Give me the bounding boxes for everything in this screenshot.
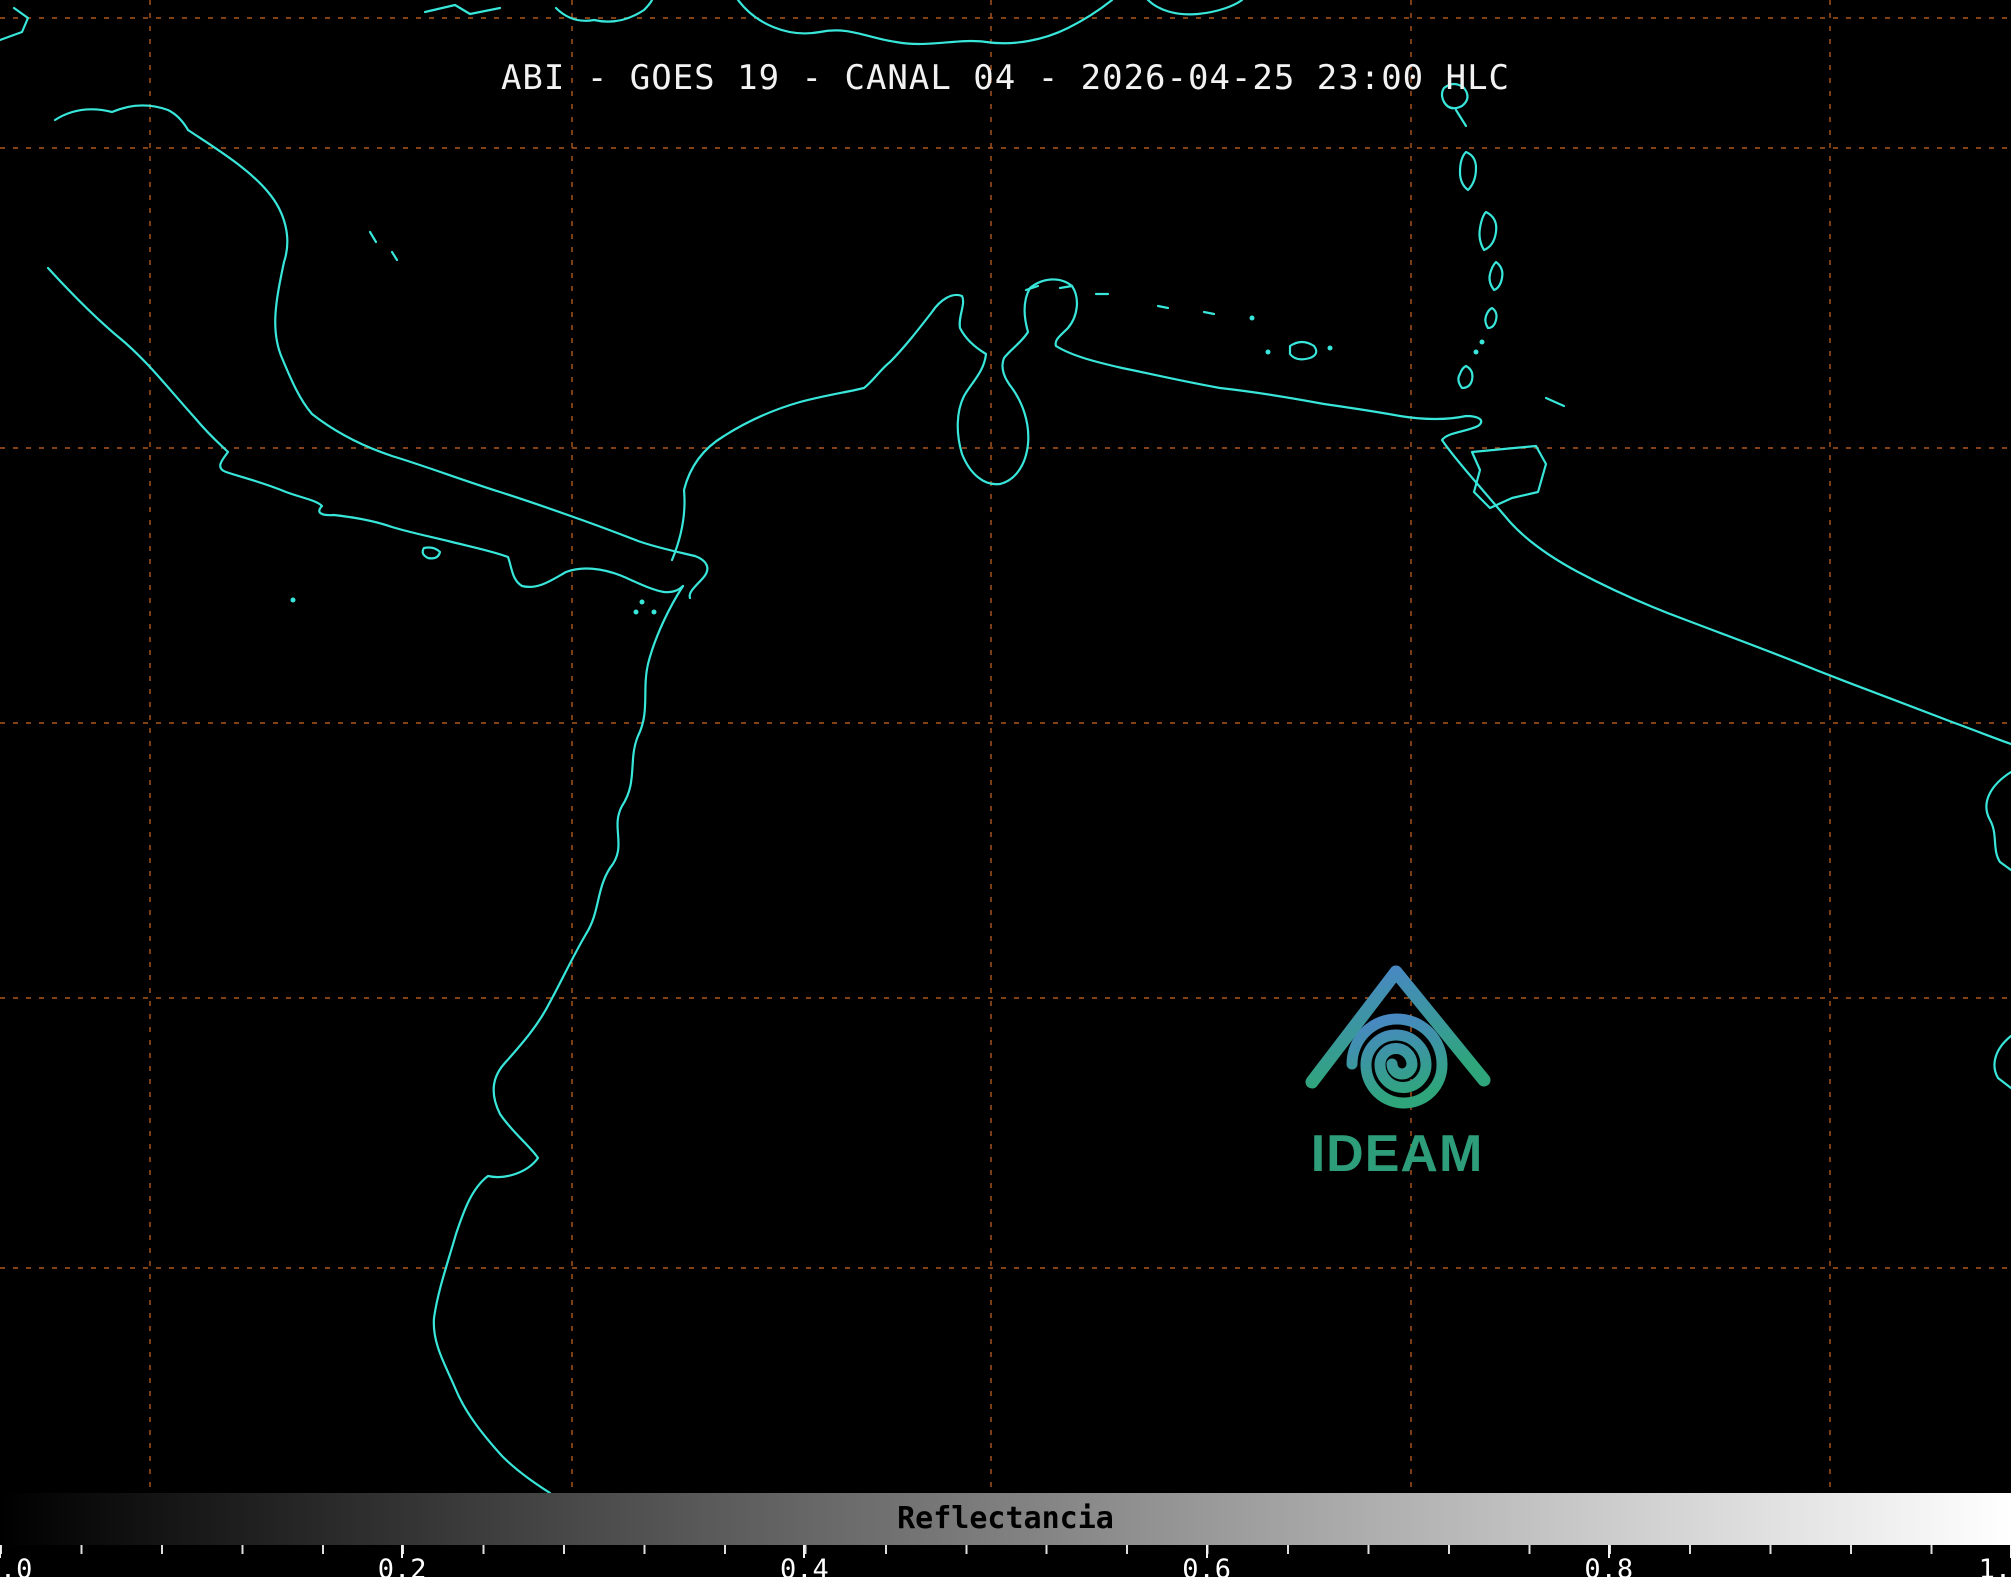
satellite-image-viewport: ABI - GOES 19 - CANAL 04 - 2026-04-25 23…: [0, 0, 2011, 1577]
coastline-segment: [423, 3, 502, 16]
coastline-segment: [670, 278, 2011, 746]
island-outline: [1058, 284, 1074, 290]
island-outline: [368, 230, 378, 244]
colorbar-tick-label: 0.8: [1584, 1554, 1634, 1577]
island-outline: [1454, 108, 1468, 128]
island-outline: [1457, 364, 1474, 390]
island-outline: [1458, 150, 1478, 192]
colorbar-tick-marks: [0, 1545, 2011, 1558]
coastline-segment: [1146, 0, 1244, 16]
island-outline: [1288, 340, 1318, 361]
island-outline: [1470, 444, 1548, 510]
ideam-logo: IDEAM: [1292, 958, 1502, 1184]
graticule-grid-layer: [0, 0, 2011, 1493]
island-outline: [1484, 306, 1498, 330]
colorbar-tick-label: 0.4: [780, 1554, 829, 1577]
coastline-layer: [0, 0, 2011, 1493]
colorbar: Reflectancia 0.0 0.2 0.4 0.6 0.8 1.0: [0, 1493, 2011, 1577]
colorbar-tick-label: 1.0: [1978, 1554, 2011, 1577]
coastline-segment: [736, 0, 1114, 46]
logo-mountain: [1305, 965, 1491, 1089]
colorbar-gradient: Reflectancia: [0, 1493, 2011, 1545]
coastline-segment: [1985, 770, 2011, 872]
island-outline: [1478, 210, 1498, 252]
island-outline: [421, 546, 442, 560]
coastline-segment: [186, 128, 709, 600]
island-outline: [390, 250, 399, 262]
map-canvas: [0, 0, 2011, 1493]
coastline-segment: [0, 6, 30, 42]
island-outline: [1202, 310, 1216, 316]
coastline-segment: [432, 584, 685, 1493]
island-outline: [1544, 396, 1566, 408]
island-outline: [1156, 304, 1170, 310]
colorbar-tick-label: 0.6: [1182, 1554, 1231, 1577]
colorbar-tick-labels: 0.0 0.2 0.4 0.6 0.8 1.0: [0, 1554, 2011, 1577]
coastline-segment: [46, 266, 685, 594]
colorbar-tick-label: 0.2: [377, 1554, 427, 1577]
colorbar-tick-label: 0.0: [0, 1554, 33, 1577]
coastline-segment: [1993, 1034, 2011, 1090]
ideam-logo-text: IDEAM: [1310, 1125, 1484, 1183]
islet-dots: [290, 315, 1485, 615]
island-outline: [1488, 260, 1504, 292]
ideam-logo-icon: [1305, 965, 1491, 1109]
image-title: ABI - GOES 19 - CANAL 04 - 2026-04-25 23…: [500, 58, 1511, 98]
colorbar-label: Reflectancia: [897, 1500, 1114, 1536]
logo-hurricane-spiral: [1346, 1013, 1448, 1109]
coastline-segment: [53, 104, 190, 132]
